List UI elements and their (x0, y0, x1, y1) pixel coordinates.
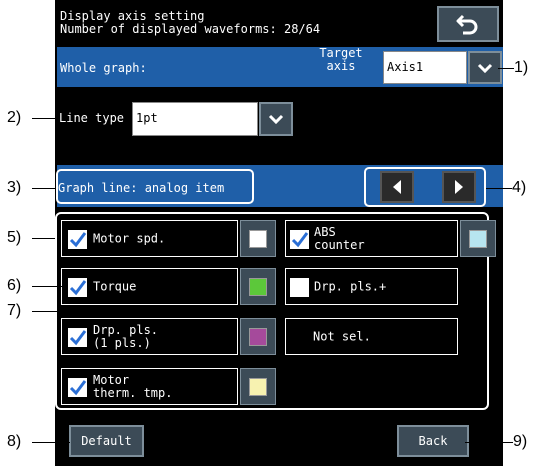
callout-6: 6) (7, 277, 22, 294)
line-type-dropdown-button[interactable] (259, 102, 293, 136)
callout-2: 2) (7, 109, 22, 126)
checkmark-icon (69, 380, 87, 396)
item-label-line2: counter (314, 237, 365, 252)
color-swatch (249, 328, 267, 346)
callout-leader (486, 188, 512, 189)
checkmark-icon (69, 330, 87, 346)
item-not-selected[interactable]: Not sel. (285, 318, 458, 355)
item-label-line2: (1 pls.) (93, 335, 151, 350)
color-swatch (249, 378, 267, 396)
callout-9: 9) (513, 433, 528, 450)
item-label: ABS counter (314, 225, 365, 252)
color-swatch (469, 230, 487, 248)
motor-thermal-checkbox[interactable] (68, 378, 87, 397)
target-axis-label: Target axis (316, 47, 366, 73)
callout-8: 8) (7, 433, 22, 450)
callout-leader (32, 311, 248, 312)
chevron-down-icon (268, 114, 284, 124)
callout-leader (465, 442, 513, 443)
checkmark-icon (291, 232, 309, 248)
callout-7: 7) (7, 302, 22, 319)
triangle-left-icon (393, 180, 401, 194)
item-abs-counter[interactable]: ABS counter (285, 220, 458, 257)
back-button[interactable]: Back (397, 425, 469, 457)
checkmark-icon (69, 280, 87, 296)
item-torque[interactable]: Torque (61, 268, 238, 305)
whole-graph-label: Whole graph: (60, 61, 147, 75)
abs-counter-color-button[interactable] (460, 220, 496, 257)
item-droop-pulses-1pls[interactable]: Drp. pls. (1 pls.) (61, 318, 238, 355)
graph-line-label: Graph line: analog item (56, 169, 254, 204)
item-droop-pulses-plus[interactable]: Drp. pls.+ (285, 268, 458, 305)
motor-speed-checkbox[interactable] (68, 230, 87, 249)
callout-leader (32, 188, 56, 189)
checkmark-icon (69, 232, 87, 248)
callout-1: 1) (514, 59, 529, 76)
target-axis-dropdown-button[interactable] (468, 51, 502, 84)
item-label-line2: therm. tmp. (93, 385, 173, 400)
item-motor-thermal-temp[interactable]: Motor therm. tmp. (61, 368, 238, 405)
item-label: Drp. pls.+ (314, 279, 387, 293)
item-label: Torque (93, 279, 137, 293)
color-swatch (249, 278, 267, 296)
return-arrow-icon (456, 14, 478, 35)
callout-leader (32, 238, 55, 239)
item-label: Not sel. (313, 329, 371, 343)
item-motor-speed[interactable]: Motor spd. (61, 220, 238, 257)
chevron-down-icon (477, 63, 493, 73)
droop-pulses-plus-checkbox[interactable] (290, 278, 309, 297)
droop-pulses-checkbox[interactable] (68, 328, 87, 347)
callout-leader (498, 68, 514, 69)
motor-thermal-color-button[interactable] (240, 368, 276, 405)
callout-leader (32, 118, 58, 119)
callout-3: 3) (7, 179, 22, 196)
line-type-label: Line type (59, 111, 125, 125)
callout-leader (32, 442, 70, 443)
droop-pulses-color-button[interactable] (240, 318, 276, 355)
target-axis-line2: axis (326, 59, 356, 73)
torque-color-button[interactable] (240, 268, 276, 305)
callout-leader (32, 286, 64, 287)
motor-speed-color-button[interactable] (240, 220, 276, 257)
previous-page-button[interactable] (380, 171, 414, 203)
item-label: Motor spd. (93, 231, 166, 245)
torque-checkbox[interactable] (68, 278, 87, 297)
return-button[interactable] (437, 6, 499, 42)
default-button[interactable]: Default (69, 425, 144, 457)
next-page-button[interactable] (442, 171, 476, 203)
item-label: Motor therm. tmp. (93, 373, 173, 400)
triangle-right-icon (455, 180, 463, 194)
abs-counter-checkbox[interactable] (290, 230, 309, 249)
callout-5: 5) (7, 229, 22, 246)
item-label: Drp. pls. (1 pls.) (93, 323, 158, 350)
color-swatch (249, 230, 267, 248)
callout-4: 4) (512, 179, 527, 196)
item-page-navigation (364, 167, 486, 207)
waveform-count-text: Number of displayed waveforms: 28/64 (60, 22, 321, 36)
target-axis-select[interactable]: Axis1 (383, 51, 467, 84)
line-type-select[interactable]: 1pt (132, 102, 258, 136)
